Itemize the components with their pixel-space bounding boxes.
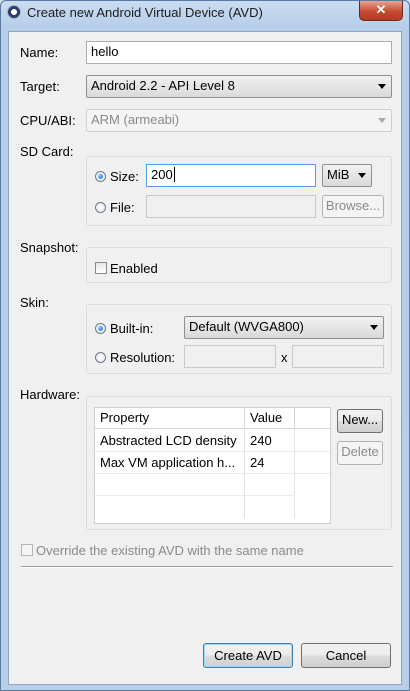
builtin-label: Built-in: xyxy=(110,321,154,336)
override-checkbox[interactable] xyxy=(21,544,33,556)
target-label: Target: xyxy=(20,79,60,94)
size-input-value: 200 xyxy=(151,167,173,182)
cancel-button-label: Cancel xyxy=(325,648,367,663)
chevron-down-icon xyxy=(378,84,386,89)
title-bar[interactable]: Create new Android Virtual Device (AVD) … xyxy=(1,1,409,25)
resolution-height-input[interactable] xyxy=(292,345,384,368)
close-icon: ✕ xyxy=(375,2,387,17)
size-radio[interactable] xyxy=(95,171,106,182)
browse-button[interactable]: Browse... xyxy=(322,195,384,218)
table-cell-empty xyxy=(295,430,330,452)
close-button[interactable]: ✕ xyxy=(359,1,403,21)
table-row-value[interactable]: 24 xyxy=(245,452,295,474)
hardware-table[interactable]: Property Value Abstracted LCD density 24… xyxy=(94,407,331,524)
table-row-empty xyxy=(95,474,245,496)
table-row-empty xyxy=(245,474,295,496)
column-header-value[interactable]: Value xyxy=(245,408,295,429)
new-hardware-button[interactable]: New... xyxy=(337,409,383,433)
browse-button-label: Browse... xyxy=(325,198,381,213)
create-avd-button-label: Create AVD xyxy=(214,648,282,663)
sd-card-label: SD Card: xyxy=(20,144,74,159)
size-unit-value: MiB xyxy=(327,167,350,182)
file-radio[interactable] xyxy=(95,202,106,213)
table-row-property[interactable]: Max VM application h... xyxy=(95,452,245,474)
override-label: Override the existing AVD with the same … xyxy=(36,543,304,558)
resolution-label: Resolution: xyxy=(110,350,176,365)
target-select[interactable]: Android 2.2 - API Level 8 xyxy=(86,75,392,98)
table-row-empty xyxy=(245,496,295,518)
delete-hardware-button[interactable]: Delete xyxy=(337,441,383,465)
file-input[interactable] xyxy=(146,195,316,218)
builtin-skin-value: Default (WVGA800) xyxy=(189,319,304,334)
table-row-property[interactable]: Abstracted LCD density xyxy=(95,430,245,452)
skin-label: Skin: xyxy=(20,295,49,310)
table-cell-empty xyxy=(295,452,330,474)
file-label: File: xyxy=(110,200,135,215)
android-avd-icon xyxy=(7,5,21,19)
target-select-value: Android 2.2 - API Level 8 xyxy=(91,78,235,93)
dialog-body: Name: hello Target: Android 2.2 - API Le… xyxy=(8,31,402,685)
size-label: Size: xyxy=(110,169,139,184)
cpu-abi-select-value: ARM (armeabi) xyxy=(91,112,180,127)
builtin-skin-select[interactable]: Default (WVGA800) xyxy=(184,316,384,339)
delete-hardware-button-label: Delete xyxy=(341,444,379,459)
name-input[interactable]: hello xyxy=(86,41,392,64)
cancel-button[interactable]: Cancel xyxy=(301,643,391,668)
builtin-radio[interactable] xyxy=(95,323,106,334)
size-input[interactable]: 200 xyxy=(146,164,316,187)
resolution-width-input[interactable] xyxy=(184,345,276,368)
snapshot-enabled-checkbox[interactable] xyxy=(95,262,107,274)
chevron-down-icon xyxy=(358,173,366,178)
table-row-empty xyxy=(95,496,245,518)
create-avd-button[interactable]: Create AVD xyxy=(203,643,293,668)
separator xyxy=(21,566,393,568)
name-input-value: hello xyxy=(91,44,119,59)
window-title: Create new Android Virtual Device (AVD) xyxy=(27,5,263,20)
hardware-label: Hardware: xyxy=(20,387,80,402)
table-row-value[interactable]: 240 xyxy=(245,430,295,452)
column-header-property[interactable]: Property xyxy=(95,408,245,429)
chevron-down-icon xyxy=(378,118,386,123)
snapshot-enabled-label: Enabled xyxy=(110,261,158,276)
size-unit-select[interactable]: MiB xyxy=(322,164,372,187)
snapshot-label: Snapshot: xyxy=(20,240,79,255)
cpu-abi-select[interactable]: ARM (armeabi) xyxy=(86,109,392,132)
name-label: Name: xyxy=(20,45,59,60)
text-caret xyxy=(173,167,175,182)
new-hardware-button-label: New... xyxy=(341,412,379,427)
resolution-x-label: x xyxy=(281,350,288,365)
dialog-window: Create new Android Virtual Device (AVD) … xyxy=(0,0,410,691)
chevron-down-icon xyxy=(370,325,378,330)
cpu-abi-label: CPU/ABI: xyxy=(20,113,76,128)
resolution-radio[interactable] xyxy=(95,352,106,363)
column-header-filler xyxy=(295,408,330,429)
